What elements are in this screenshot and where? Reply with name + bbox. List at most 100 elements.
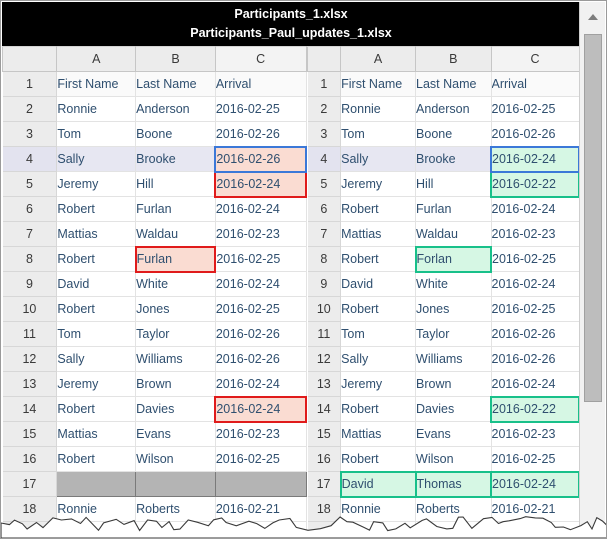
cell-A11[interactable]: Tom — [56, 321, 137, 347]
table-row[interactable]: 15 Mattias Evans 2016-02-23 — [2, 421, 307, 447]
table-row[interactable]: 4 Sally Brooke 2016-02-24 — [307, 145, 580, 173]
column-header-c[interactable]: C — [490, 46, 580, 72]
row-header[interactable]: 11 — [2, 321, 58, 347]
table-row[interactable]: 18 Ronnie Roberts 2016-02-21 — [2, 496, 307, 522]
table-row[interactable]: 8 Robert Furlan 2016-02-25 — [2, 245, 307, 273]
row-header[interactable]: 15 — [307, 421, 342, 447]
table-row[interactable]: 10 Robert Jones 2016-02-25 — [2, 296, 307, 322]
row-header[interactable]: 7 — [2, 221, 58, 247]
cell-A1[interactable]: First Name — [340, 71, 417, 97]
cell-C17[interactable]: 2016-02-24 — [490, 470, 580, 498]
row-header[interactable]: 1 — [2, 71, 58, 97]
table-row[interactable]: 19 Tom Johnson 2016-02-26 — [307, 521, 580, 538]
cell-B12[interactable]: Williams — [415, 346, 492, 372]
cell-C5[interactable]: 2016-02-24 — [214, 170, 307, 198]
cell-C19[interactable]: 2016-02-26 — [490, 521, 580, 538]
row-header[interactable]: 4 — [2, 146, 58, 172]
cell-B10[interactable]: Jones — [415, 296, 492, 322]
cell-B19[interactable]: Johnson — [135, 521, 216, 538]
row-header[interactable]: 2 — [307, 96, 342, 122]
cell-B1[interactable]: Last Name — [415, 71, 492, 97]
table-row[interactable]: 16 Robert Wilson 2016-02-25 — [307, 446, 580, 472]
cell-A16[interactable]: Robert — [56, 446, 137, 472]
table-row[interactable]: 18 Ronnie Roberts 2016-02-21 — [307, 496, 580, 522]
scroll-up-button[interactable] — [583, 8, 602, 25]
cell-C17[interactable] — [214, 471, 307, 497]
cell-B8[interactable]: Furlan — [134, 245, 217, 273]
right-sheet-pane[interactable]: A B C 1 First Name Last Name Arrival 2 Ronnie… — [307, 46, 580, 538]
cell-C6[interactable]: 2016-02-24 — [490, 196, 580, 222]
cell-C12[interactable]: 2016-02-26 — [490, 346, 580, 372]
cell-A7[interactable]: Mattias — [340, 221, 417, 247]
table-row[interactable]: 5 Jeremy Hill 2016-02-24 — [2, 170, 307, 198]
table-row[interactable]: 9 David White 2016-02-24 — [2, 271, 307, 297]
cell-B3[interactable]: Boone — [415, 121, 492, 147]
row-header[interactable]: 12 — [2, 346, 58, 372]
row-header[interactable]: 17 — [2, 471, 58, 497]
row-header[interactable]: 19 — [2, 521, 58, 538]
column-header-a[interactable]: A — [56, 46, 137, 72]
cell-C10[interactable]: 2016-02-25 — [214, 296, 307, 322]
table-row[interactable]: 1 First Name Last Name Arrival — [307, 71, 580, 97]
cell-C9[interactable]: 2016-02-24 — [490, 271, 580, 297]
cell-C15[interactable]: 2016-02-23 — [214, 421, 307, 447]
cell-C16[interactable]: 2016-02-25 — [214, 446, 307, 472]
cell-C4[interactable]: 2016-02-24 — [490, 145, 580, 173]
vertical-scrollbar[interactable] — [579, 2, 605, 538]
row-header[interactable]: 15 — [2, 421, 58, 447]
cell-B13[interactable]: Brown — [135, 371, 216, 397]
cell-C7[interactable]: 2016-02-23 — [490, 221, 580, 247]
cell-B2[interactable]: Anderson — [415, 96, 492, 122]
cell-A9[interactable]: David — [340, 271, 417, 297]
cell-C9[interactable]: 2016-02-24 — [214, 271, 307, 297]
table-row[interactable]: 7 Mattias Waldau 2016-02-23 — [307, 221, 580, 247]
cell-A10[interactable]: Robert — [340, 296, 417, 322]
table-row[interactable]: 11 Tom Taylor 2016-02-26 — [307, 321, 580, 347]
table-row[interactable]: 13 Jeremy Brown 2016-02-24 — [307, 371, 580, 397]
cell-C18[interactable]: 2016-02-21 — [490, 496, 580, 522]
table-row[interactable]: 2 Ronnie Anderson 2016-02-25 — [307, 96, 580, 122]
cell-A8[interactable]: Robert — [56, 246, 137, 272]
table-row[interactable]: 15 Mattias Evans 2016-02-23 — [307, 421, 580, 447]
row-header[interactable]: 18 — [307, 496, 342, 522]
row-header[interactable]: 9 — [307, 271, 342, 297]
row-header[interactable]: 1 — [307, 71, 342, 97]
cell-A17[interactable] — [56, 471, 137, 497]
cell-C8[interactable]: 2016-02-25 — [490, 246, 580, 272]
row-header[interactable]: 12 — [307, 346, 342, 372]
row-header[interactable]: 10 — [307, 296, 342, 322]
cell-B18[interactable]: Roberts — [415, 496, 492, 522]
cell-C10[interactable]: 2016-02-25 — [490, 296, 580, 322]
cell-A7[interactable]: Mattias — [56, 221, 137, 247]
row-header[interactable]: 14 — [2, 396, 58, 422]
table-row[interactable]: 2 Ronnie Anderson 2016-02-25 — [2, 96, 307, 122]
cell-A2[interactable]: Ronnie — [340, 96, 417, 122]
row-header[interactable]: 16 — [2, 446, 58, 472]
cell-C19[interactable]: 2016-02-26 — [214, 521, 307, 538]
cell-B10[interactable]: Jones — [135, 296, 216, 322]
cell-C16[interactable]: 2016-02-25 — [490, 446, 580, 472]
row-header[interactable]: 16 — [307, 446, 342, 472]
table-row[interactable]: 3 Tom Boone 2016-02-26 — [307, 121, 580, 147]
cell-B14[interactable]: Davies — [135, 396, 216, 422]
table-row[interactable]: 7 Mattias Waldau 2016-02-23 — [2, 221, 307, 247]
table-row[interactable]: 6 Robert Furlan 2016-02-24 — [307, 196, 580, 222]
cell-C5[interactable]: 2016-02-22 — [490, 170, 580, 198]
column-header-b[interactable]: B — [135, 46, 216, 72]
row-header[interactable]: 5 — [307, 171, 342, 197]
column-header-c[interactable]: C — [214, 46, 307, 72]
row-header[interactable]: 8 — [307, 246, 342, 272]
cell-B16[interactable]: Wilson — [415, 446, 492, 472]
cell-C1[interactable]: Arrival — [490, 71, 580, 97]
table-row[interactable]: 3 Tom Boone 2016-02-26 — [2, 121, 307, 147]
row-header[interactable]: 5 — [2, 171, 58, 197]
cell-B15[interactable]: Evans — [415, 421, 492, 447]
cell-B11[interactable]: Taylor — [415, 321, 492, 347]
left-sheet-grid[interactable]: A B C 1 First Name Last Name Arrival 2 Ronnie… — [2, 46, 307, 538]
cell-C14[interactable]: 2016-02-24 — [214, 395, 307, 423]
cell-A19[interactable]: Tom — [56, 521, 137, 538]
cell-A11[interactable]: Tom — [340, 321, 417, 347]
cell-B13[interactable]: Brown — [415, 371, 492, 397]
table-row[interactable]: 1 First Name Last Name Arrival — [2, 71, 307, 97]
cell-A5[interactable]: Jeremy — [340, 171, 417, 197]
